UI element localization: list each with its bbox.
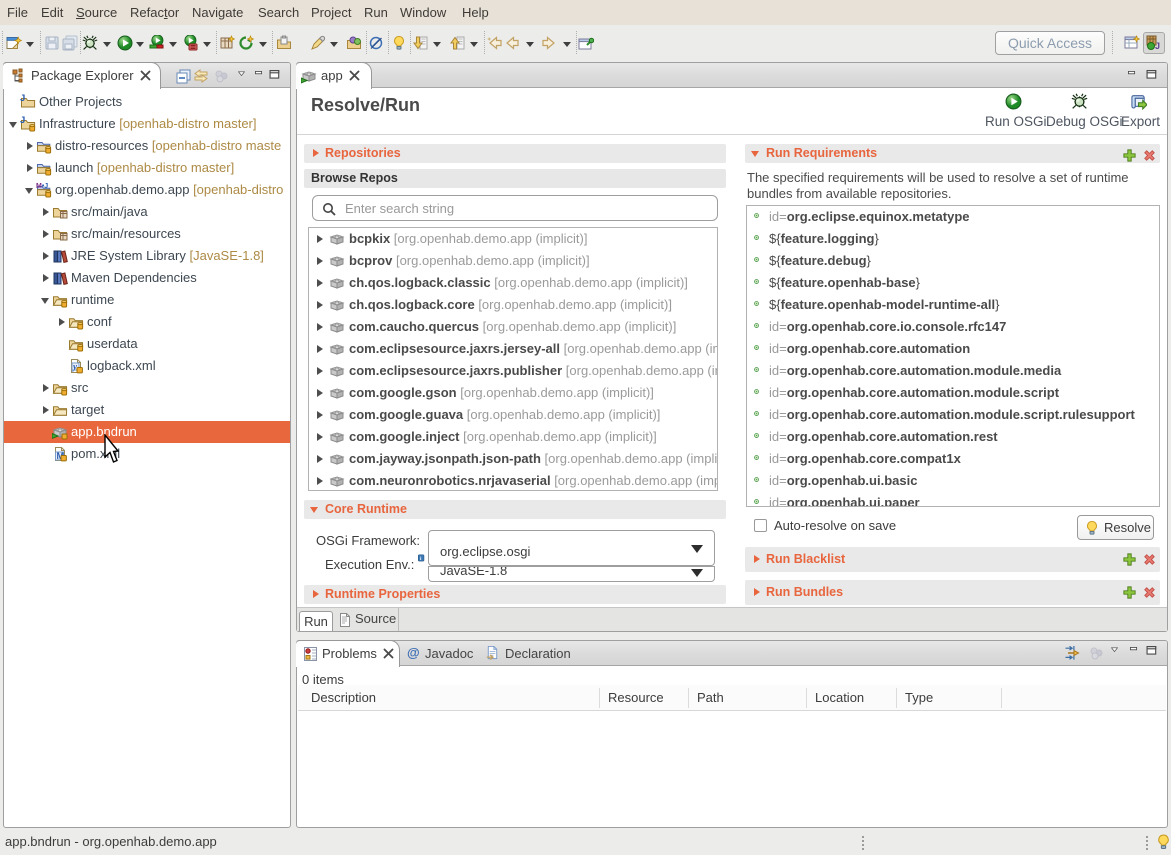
svg-text:J: J (1155, 41, 1160, 51)
svg-text:J: J (20, 94, 25, 104)
svg-text:M•J: M•J (36, 183, 48, 190)
svg-text:J: J (20, 116, 25, 126)
